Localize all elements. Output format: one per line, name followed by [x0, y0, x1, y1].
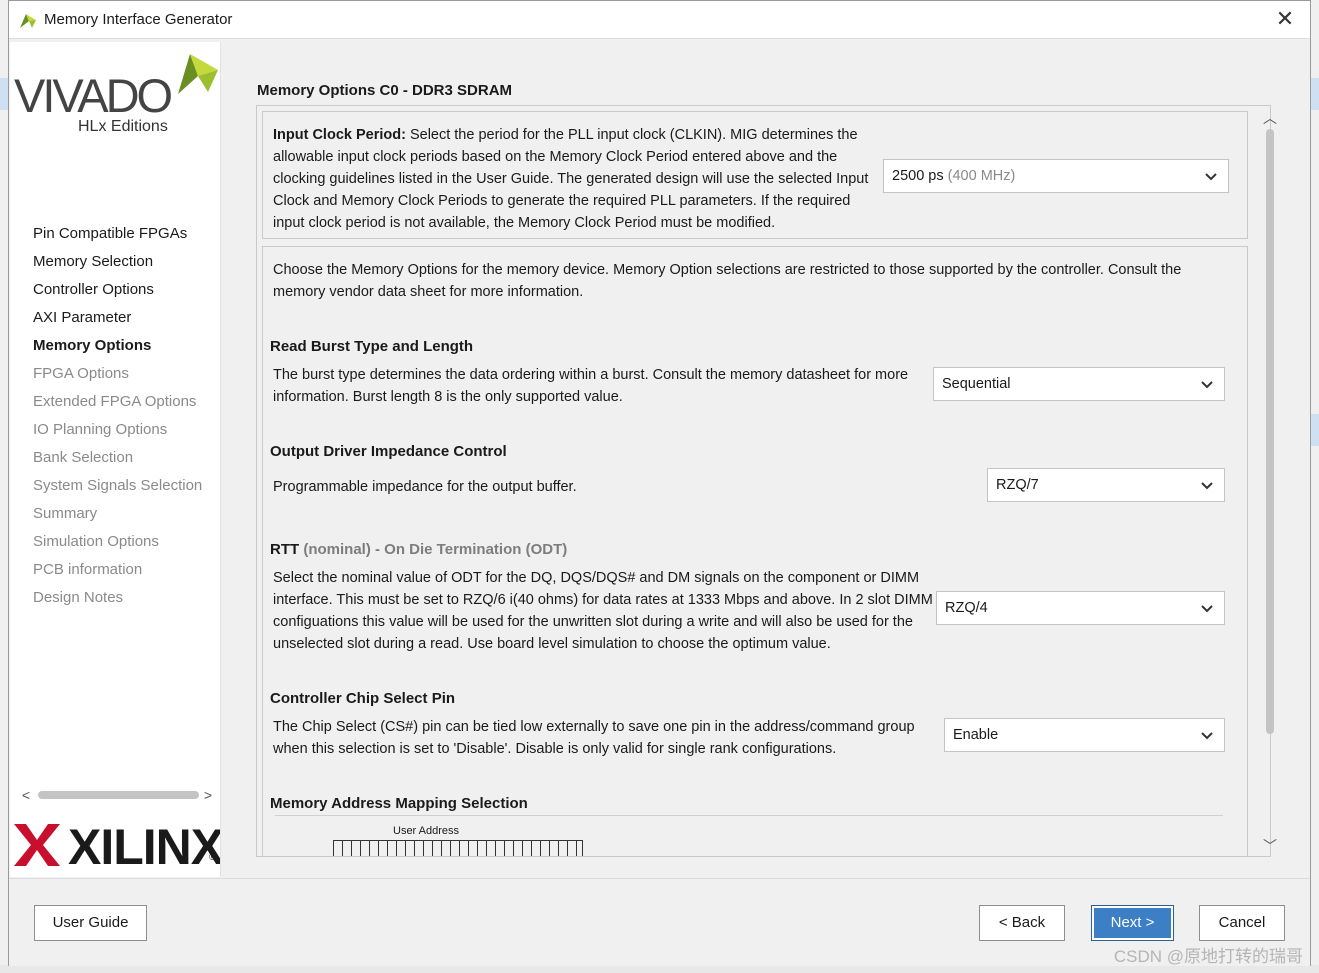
close-icon[interactable]: ✕ — [1274, 8, 1296, 30]
chip-select-pin-select[interactable]: Enable — [944, 718, 1225, 752]
scroll-thumb[interactable] — [38, 791, 199, 799]
input-clock-frequency-hint: (400 MHz) — [947, 168, 1016, 184]
window-title: Memory Interface Generator — [44, 11, 233, 28]
chip-select-title: Controller Chip Select Pin — [270, 690, 456, 707]
input-clock-heading: Input Clock Period: — [273, 127, 406, 143]
nav-item-memory-selection[interactable]: Memory Selection — [33, 248, 202, 276]
chevron-down-icon — [1201, 605, 1213, 613]
output-driver-description: Programmable impedance for the output bu… — [273, 479, 577, 495]
scroll-right-icon[interactable]: > — [200, 786, 216, 804]
mig-dialog: Memory Interface Generator ✕ VIVADO HLx … — [8, 0, 1311, 966]
rtt-nominal-select[interactable]: RZQ/4 — [936, 591, 1225, 625]
input-clock-panel: Input Clock Period: Select the period fo… — [262, 111, 1248, 239]
vivado-app-icon — [20, 14, 36, 28]
nav-item-bank-selection: Bank Selection — [33, 449, 134, 466]
memory-options-intro: Choose the Memory Options for the memory… — [273, 262, 1182, 300]
user-guide-button[interactable]: User Guide — [34, 905, 147, 941]
rtt-value: RZQ/4 — [945, 600, 988, 616]
read-burst-title: Read Burst Type and Length — [270, 338, 474, 355]
read-burst-description: The burst type determines the data order… — [273, 367, 909, 405]
input-clock-description: Input Clock Period: Select the period fo… — [273, 124, 873, 234]
xilinx-logo: XILINX ® — [14, 818, 224, 875]
next-button[interactable]: Next > — [1091, 905, 1174, 941]
rtt-title: RTT (nominal) - On Die Termination (ODT) — [270, 541, 567, 558]
chevron-down-icon — [1201, 482, 1213, 490]
input-clock-value: 2500 ps — [892, 168, 944, 184]
options-scroll-area[interactable]: Input Clock Period: Select the period fo… — [256, 105, 1271, 857]
memory-options-panel: Choose the Memory Options for the memory… — [262, 246, 1248, 856]
output-driver-title: Output Driver Impedance Control — [270, 443, 507, 460]
chevron-down-icon — [1201, 732, 1213, 740]
nav-item-memory-options[interactable]: Memory Options — [33, 332, 202, 360]
nav-horizontal-scrollbar[interactable]: < > — [18, 786, 216, 804]
rtt-title-dim: (nominal) - On Die Termination (ODT) — [303, 541, 568, 558]
title-bar[interactable]: Memory Interface Generator ✕ — [9, 1, 1310, 39]
user-address-label: User Address — [393, 825, 460, 837]
nav-item-simulation-options: Simulation Options — [33, 533, 159, 550]
vivado-logo: VIVADO HLx Editions — [14, 50, 224, 136]
nav-item-pcb-information: PCB information — [33, 561, 143, 578]
address-mapping-divider — [275, 815, 1223, 816]
content-pane: Memory Options C0 - DDR3 SDRAM Input Clo… — [220, 42, 1310, 877]
scroll-up-icon[interactable]: ︿ — [1261, 109, 1279, 127]
user-address-bit-diagram — [333, 840, 583, 856]
chip-select-value: Enable — [953, 727, 999, 743]
chevron-down-icon — [1201, 381, 1213, 389]
chevron-down-icon — [1205, 173, 1217, 181]
page-title: Memory Options C0 - DDR3 SDRAM — [257, 82, 513, 99]
output-driver-impedance-select[interactable]: RZQ/7 — [987, 468, 1225, 502]
scroll-thumb[interactable] — [1266, 129, 1274, 734]
background-strip-right — [1311, 0, 1319, 973]
vivado-leaf-icon — [178, 54, 218, 94]
left-pane: VIVADO HLx Editions Pin Compatible FPGAs… — [10, 42, 224, 877]
read-burst-type-select[interactable]: Sequential — [933, 367, 1225, 401]
nav-item-fpga-options: FPGA Options — [33, 365, 129, 382]
cancel-button[interactable]: Cancel — [1199, 905, 1285, 941]
xilinx-logo-word: XILINX — [68, 819, 224, 875]
nav-item-extended-fpga-options: Extended FPGA Options — [33, 393, 197, 410]
nav-item-controller-options[interactable]: Controller Options — [33, 276, 202, 304]
nav-item-axi-parameter[interactable]: AXI Parameter — [33, 304, 202, 332]
vivado-logo-word: VIVADO — [14, 69, 173, 122]
nav-item-system-signals-selection: System Signals Selection — [33, 477, 203, 494]
rtt-title-main: RTT — [270, 541, 300, 558]
vivado-logo-edition: HLx Editions — [78, 118, 168, 135]
xilinx-reg-mark: ® — [209, 852, 216, 862]
input-clock-period-select[interactable]: 2500 ps (400 MHz) — [883, 159, 1229, 193]
xilinx-mark-icon — [14, 824, 60, 866]
scroll-left-icon[interactable]: < — [18, 786, 34, 804]
chip-select-description: The Chip Select (CS#) pin can be tied lo… — [273, 719, 915, 757]
read-burst-value: Sequential — [942, 376, 1011, 392]
csdn-watermark: CSDN @原地打转的瑞哥 — [1113, 947, 1303, 966]
output-driver-value: RZQ/7 — [996, 477, 1039, 493]
back-button[interactable]: < Back — [979, 905, 1065, 941]
address-mapping-title: Memory Address Mapping Selection — [270, 795, 528, 812]
nav-item-io-planning-options: IO Planning Options — [33, 421, 168, 438]
wizard-nav: Pin Compatible FPGAs Memory Selection Cont… — [33, 220, 202, 612]
options-vertical-scrollbar[interactable]: ︿ ﹀ — [1261, 109, 1279, 855]
nav-item-pin-compatible-fpgas[interactable]: Pin Compatible FPGAs — [33, 220, 202, 248]
nav-item-summary: Summary — [33, 505, 98, 522]
scroll-down-icon[interactable]: ﹀ — [1261, 837, 1279, 855]
rtt-description: Select the nominal value of ODT for the … — [273, 570, 933, 652]
nav-item-design-notes: Design Notes — [33, 589, 124, 606]
